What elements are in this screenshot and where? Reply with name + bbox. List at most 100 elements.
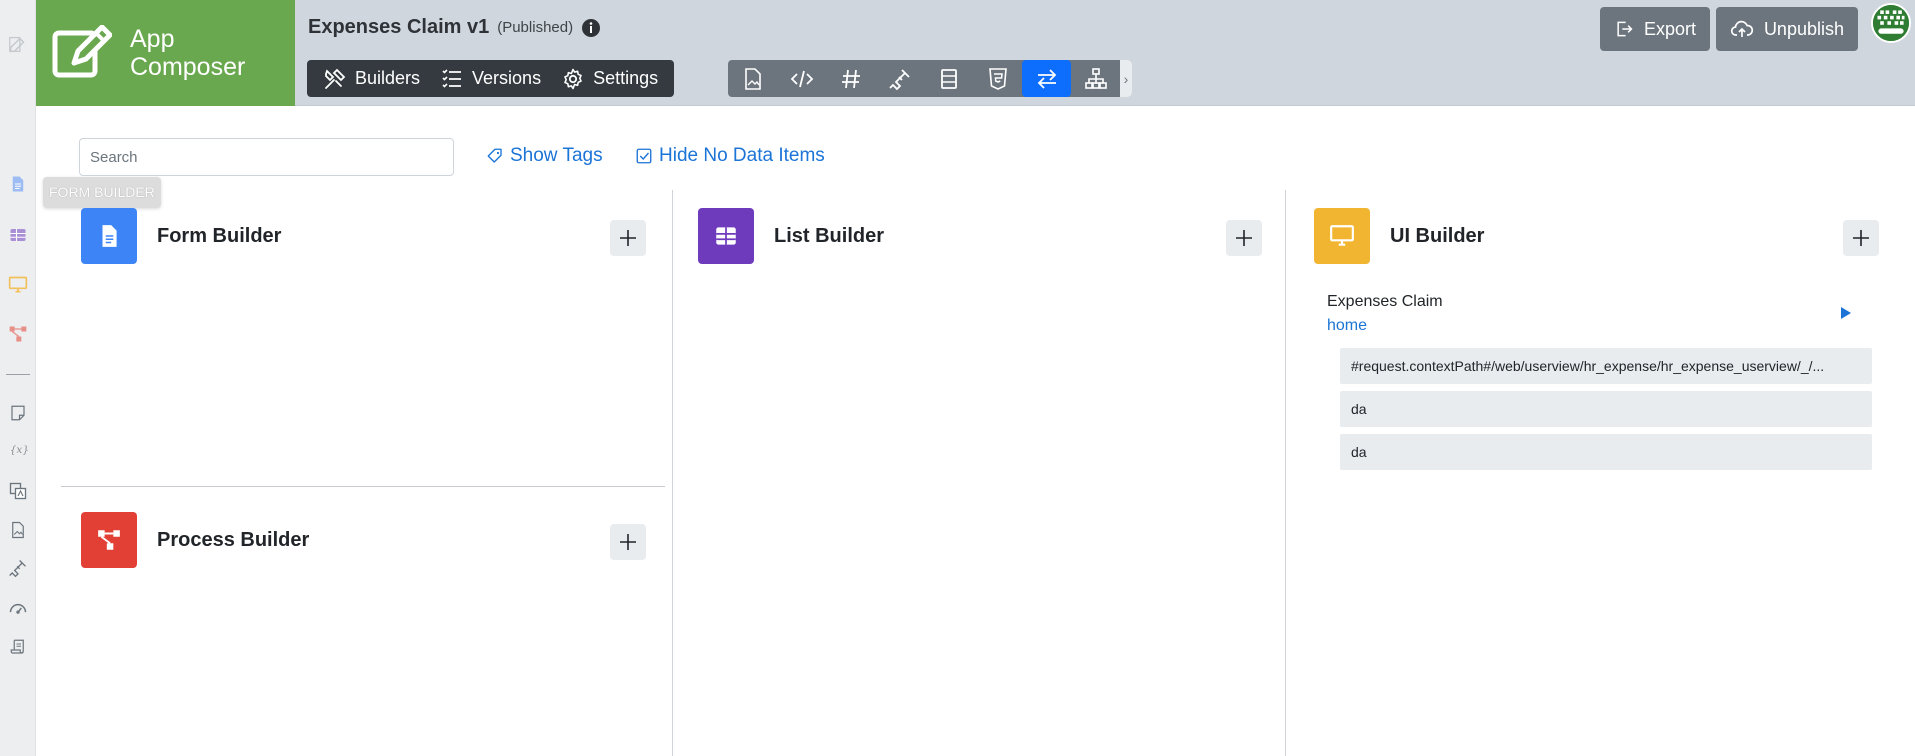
toolbar-code-button[interactable] — [777, 60, 826, 97]
hash-icon — [841, 69, 860, 88]
avatar[interactable] — [1871, 3, 1911, 43]
plus-icon — [1853, 230, 1869, 246]
toolbar-hash-button[interactable] — [826, 60, 875, 97]
add-process-button[interactable] — [610, 524, 646, 560]
export-button-label: Export — [1643, 18, 1696, 39]
toolbar-divider — [6, 374, 30, 375]
info-icon[interactable] — [581, 18, 601, 38]
app-title-row: Expenses Claim v1 (Published) — [308, 16, 601, 39]
add-list-button[interactable] — [1226, 220, 1262, 256]
form-builder-icon[interactable] — [6, 172, 30, 196]
swap-icon — [1037, 68, 1056, 89]
plugin-icon — [888, 68, 910, 90]
column-divider — [1285, 190, 1286, 756]
tab-versions-label: Versions — [472, 68, 542, 88]
hide-no-data-label: Hide No Data Items — [659, 145, 825, 166]
ui-builder-icon[interactable] — [6, 273, 30, 297]
plugin-icon[interactable] — [6, 556, 30, 580]
tab-settings[interactable]: Settings — [551, 60, 668, 97]
search-input[interactable] — [79, 138, 454, 176]
edit-logo-icon — [52, 25, 112, 78]
unpublish-button[interactable]: Unpublish — [1716, 7, 1858, 51]
cloud-upload-icon — [1730, 20, 1754, 37]
nav-tab-group: Builders Versions Settings — [307, 60, 675, 97]
variable-icon[interactable]: {x} — [6, 437, 30, 461]
avatar-pattern-icon — [1873, 5, 1909, 41]
list-builder-title: List Builder — [774, 224, 885, 247]
edit-icon[interactable] — [6, 32, 30, 56]
export-button[interactable]: Export — [1600, 7, 1710, 51]
translate-icon[interactable] — [6, 479, 30, 503]
form-builder-tile — [81, 208, 137, 264]
image-icon — [744, 67, 761, 90]
app-header: App Composer Expenses Claim v1 (Publishe… — [36, 0, 1915, 106]
form-builder-title: Form Builder — [157, 224, 282, 247]
ui-builder-header[interactable]: UI Builder — [1314, 208, 1484, 264]
html5-icon — [988, 67, 1007, 90]
show-tags-label: Show Tags — [510, 145, 603, 166]
versions-icon — [442, 68, 462, 88]
checkbox-icon — [636, 148, 652, 164]
process-icon — [98, 530, 120, 550]
toolbar-swap-button[interactable] — [1022, 60, 1071, 97]
form-builder-header[interactable]: Form Builder — [81, 208, 281, 264]
column-divider — [672, 190, 673, 756]
ui-builder-title: UI Builder — [1390, 224, 1485, 247]
tag-icon — [487, 148, 502, 163]
left-toolbar: {x} — [0, 0, 36, 756]
show-tags-toggle[interactable]: Show Tags — [486, 145, 603, 167]
toolbar-table-button[interactable] — [924, 60, 973, 97]
gear-icon — [564, 68, 582, 89]
tool-button-group: › — [728, 60, 1132, 97]
process-builder-title: Process Builder — [157, 528, 310, 551]
code-icon — [790, 70, 813, 87]
add-form-button[interactable] — [610, 220, 646, 256]
list-builder-icon[interactable] — [6, 223, 30, 247]
ui-builder-tile — [1314, 208, 1370, 264]
ui-item-row[interactable]: da — [1340, 434, 1872, 470]
toolbar-plugin-button[interactable] — [875, 60, 924, 97]
ui-item-row[interactable]: #request.contextPath#/web/userview/hr_ex… — [1340, 348, 1872, 384]
image-icon[interactable] — [6, 518, 30, 542]
process-builder-tile — [81, 512, 137, 568]
app-composer-brand[interactable]: App Composer — [36, 0, 295, 106]
tab-settings-label: Settings — [593, 68, 659, 88]
plus-icon — [620, 230, 636, 246]
toolbar-sitemap-button[interactable] — [1071, 60, 1120, 97]
dashboard-icon[interactable] — [6, 596, 30, 620]
unpublish-button-label: Unpublish — [1763, 18, 1844, 39]
play-icon[interactable] — [1840, 306, 1852, 320]
list-builder-tile — [698, 208, 754, 264]
svg-text:{x}: {x} — [10, 444, 29, 456]
app-name: Expenses Claim v1 — [308, 16, 490, 38]
plus-icon — [1236, 230, 1252, 246]
ui-item-row[interactable]: da — [1340, 391, 1872, 427]
tab-versions[interactable]: Versions — [430, 60, 551, 97]
process-builder-icon[interactable] — [6, 322, 30, 346]
brand-line-1: App — [130, 25, 175, 53]
file-icon — [102, 225, 117, 247]
ui-item-link[interactable]: home — [1327, 317, 1367, 335]
brand-title: App Composer — [130, 25, 245, 81]
brand-line-2: Composer — [130, 53, 246, 81]
toolbar-html5-button[interactable] — [973, 60, 1022, 97]
add-ui-button[interactable] — [1843, 220, 1879, 256]
row-divider — [61, 486, 665, 487]
form-builder-tooltip: FORM BUILDER — [43, 177, 161, 208]
note-icon[interactable] — [6, 401, 30, 425]
export-icon — [1617, 21, 1633, 37]
app-status: (Published) — [497, 19, 574, 36]
process-builder-header[interactable]: Process Builder — [81, 512, 309, 568]
sitemap-icon — [1084, 67, 1107, 89]
table-grid-icon — [716, 227, 736, 245]
toolbar-more-chevron-icon[interactable]: › — [1120, 60, 1132, 97]
tab-builders[interactable]: Builders — [313, 60, 430, 97]
toolbar-image-button[interactable] — [728, 60, 777, 97]
builders-icon — [325, 68, 346, 89]
monitor-icon — [1330, 225, 1354, 246]
ui-item-title[interactable]: Expenses Claim — [1327, 293, 1443, 311]
hide-no-data-toggle[interactable]: Hide No Data Items — [635, 145, 825, 167]
list-builder-header[interactable]: List Builder — [698, 208, 884, 264]
script-icon[interactable] — [6, 635, 30, 659]
tab-builders-label: Builders — [355, 68, 421, 88]
